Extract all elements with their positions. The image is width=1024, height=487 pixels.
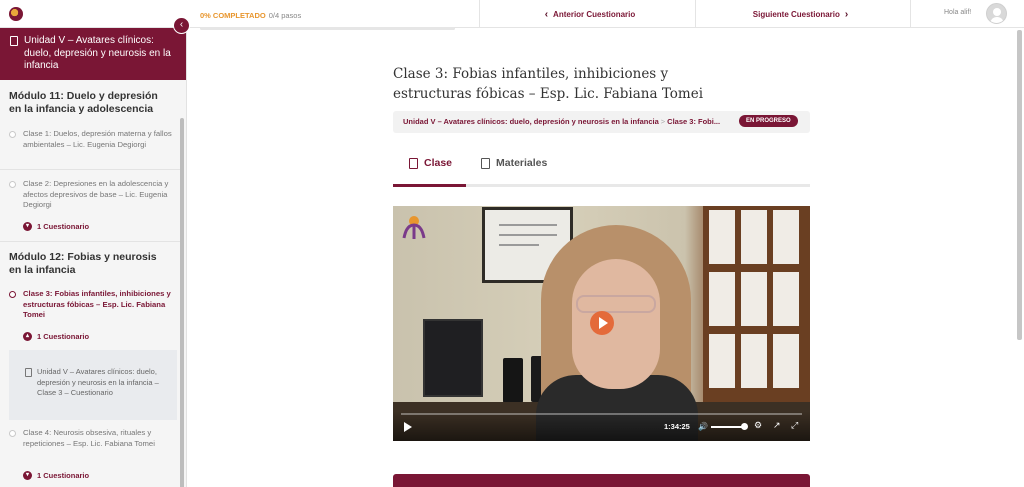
unit-header[interactable]: Unidad V – Avatares clínicos: duelo, dep… — [0, 28, 186, 80]
lesson-2-quiz-label: 1 Cuestionario — [37, 222, 90, 231]
video-time: 1:34:25 — [664, 422, 690, 431]
lesson-4-quiz-label: 1 Cuestionario — [37, 471, 90, 480]
popout-icon[interactable]: ↗ — [773, 420, 781, 431]
document-icon — [25, 368, 32, 377]
play-button-icon[interactable] — [404, 422, 412, 432]
video-window — [703, 206, 810, 406]
document-icon — [10, 36, 18, 46]
next-quiz-label: Siguiente Cuestionario — [752, 9, 840, 19]
settings-icon[interactable]: ⚙ — [754, 420, 762, 431]
progress-steps: 0/4 pasos — [268, 11, 302, 20]
tab-materiales[interactable]: Materiales — [481, 157, 547, 169]
document-icon — [409, 157, 418, 169]
quiz-item[interactable]: Unidad V – Avatares clínicos: duelo, dep… — [9, 350, 177, 420]
breadcrumb-separator: > — [660, 117, 666, 126]
divider — [0, 241, 180, 242]
course-progress: 0% COMPLETADO 0/4 pasos — [200, 5, 460, 30]
logo-mark — [9, 7, 23, 21]
video-player[interactable]: 1:34:25 🔊 ⚙ ↗ ⤢ — [393, 206, 810, 441]
lesson-2-title: Clase 2: Depresiones en la adolescencia … — [23, 179, 169, 210]
progress-label: 0% COMPLETADO — [200, 11, 266, 20]
chevron-left-icon: ‹ — [544, 8, 549, 20]
institution-logo-icon — [402, 216, 426, 239]
prev-quiz-button[interactable]: ‹ Anterior Cuestionario — [479, 0, 695, 28]
chevron-right-icon: › — [844, 8, 849, 20]
tab-clase[interactable]: Clase — [409, 157, 452, 169]
lesson-item-1[interactable]: Clase 1: Duelos, depresión materna y fal… — [9, 129, 174, 150]
sidebar-scrollbar[interactable] — [180, 118, 184, 487]
file-icon — [481, 157, 490, 169]
tab-clase-label: Clase — [424, 157, 453, 169]
status-badge: EN PROGRESO — [739, 115, 798, 127]
lesson-1-title: Clase 1: Duelos, depresión materna y fal… — [23, 129, 172, 149]
volume-knob[interactable] — [741, 423, 748, 430]
progress-bar — [200, 27, 455, 30]
tab-underline — [393, 184, 810, 187]
chevron-left-icon: ‹ — [179, 19, 184, 30]
top-bar: 0% COMPLETADO 0/4 pasos ‹ Anterior Cuesti… — [0, 0, 1024, 30]
breadcrumb-lesson[interactable]: Clase 3: Fobi... — [667, 117, 720, 126]
site-logo[interactable] — [9, 5, 49, 23]
course-sidebar: Unidad V – Avatares clínicos: duelo, dep… — [0, 28, 187, 487]
lesson-3-quiz-toggle[interactable]: ▴ 1 Cuestionario — [23, 332, 89, 341]
status-dot-icon — [9, 131, 16, 138]
unit-title: Unidad V – Avatares clínicos: duelo, dep… — [24, 35, 171, 71]
volume-icon[interactable]: 🔊 — [698, 422, 708, 431]
tab-materiales-label: Materiales — [496, 157, 548, 169]
user-greeting: Hola alif! — [944, 9, 972, 16]
video-speaker — [503, 358, 523, 403]
lesson-item-4[interactable]: Clase 4: Neurosis obsesiva, rituales y r… — [9, 428, 174, 449]
lesson-4-title: Clase 4: Neurosis obsesiva, rituales y r… — [23, 428, 155, 448]
module-11-title[interactable]: Módulo 11: Duelo y depresión en la infan… — [9, 90, 169, 116]
next-quiz-button[interactable]: Siguiente Cuestionario › — [695, 0, 911, 28]
fullscreen-icon[interactable]: ⤢ — [791, 420, 798, 431]
collapse-sidebar-button[interactable]: ‹ — [173, 17, 190, 34]
tab-active-indicator — [393, 184, 466, 187]
lesson-4-quiz-toggle[interactable]: ▾ 1 Cuestionario — [23, 471, 89, 480]
video-monitor — [423, 319, 483, 397]
divider — [0, 169, 180, 170]
play-icon[interactable] — [590, 311, 614, 335]
next-section-bar[interactable] — [393, 474, 810, 487]
page-scrollbar[interactable] — [1017, 30, 1022, 340]
video-presenter — [536, 225, 698, 441]
avatar[interactable] — [986, 3, 1007, 24]
chevron-up-icon: ▴ — [23, 332, 32, 341]
lesson-3-title: Clase 3: Fobias infantiles, inhibiciones… — [23, 289, 171, 320]
lesson-item-2[interactable]: Clase 2: Depresiones en la adolescencia … — [9, 179, 174, 211]
prev-quiz-label: Anterior Cuestionario — [553, 9, 636, 19]
video-controls: 1:34:25 🔊 ⚙ ↗ ⤢ — [393, 411, 810, 441]
lesson-2-quiz-toggle[interactable]: ▾ 1 Cuestionario — [23, 222, 89, 231]
page-title: Clase 3: Fobias infantiles, inhibiciones… — [393, 66, 704, 102]
status-dot-icon — [9, 430, 16, 437]
chevron-down-icon: ▾ — [23, 222, 32, 231]
lesson-item-3[interactable]: Clase 3: Fobias infantiles, inhibiciones… — [9, 289, 174, 321]
status-dot-icon — [9, 181, 16, 188]
breadcrumb-unit[interactable]: Unidad V – Avatares clínicos: duelo, dep… — [403, 117, 659, 126]
lesson-3-quiz-label: 1 Cuestionario — [37, 332, 90, 341]
status-dot-icon — [9, 291, 16, 298]
chevron-down-icon: ▾ — [23, 471, 32, 480]
module-12-title[interactable]: Módulo 12: Fobias y neurosis en la infan… — [9, 251, 169, 277]
quiz-item-title: Unidad V – Avatares clínicos: duelo, dep… — [37, 367, 159, 398]
video-seek-bar[interactable] — [401, 413, 802, 415]
